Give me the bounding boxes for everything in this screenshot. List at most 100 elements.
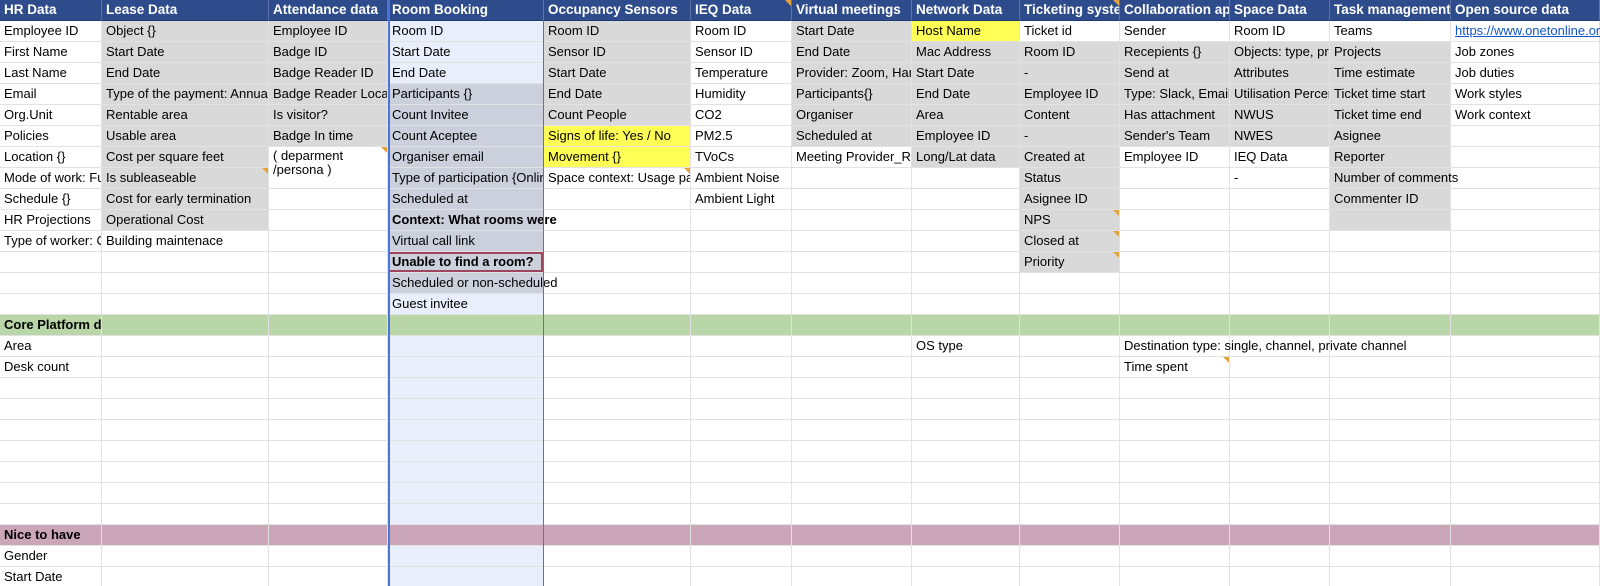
cell[interactable] xyxy=(691,483,792,504)
cell[interactable] xyxy=(544,336,691,357)
cell[interactable]: Unable to find a room? xyxy=(388,252,544,273)
cell[interactable] xyxy=(1120,210,1230,231)
cell[interactable]: PM2.5 xyxy=(691,126,792,147)
cell[interactable] xyxy=(1230,546,1330,567)
cell[interactable]: Start Date xyxy=(912,63,1020,84)
cell[interactable] xyxy=(269,399,388,420)
cell[interactable]: Recepients {} xyxy=(1120,42,1230,63)
cell[interactable] xyxy=(1230,294,1330,315)
cell[interactable] xyxy=(269,336,388,357)
cell[interactable]: Signs of life: Yes / No xyxy=(544,126,691,147)
cell[interactable] xyxy=(269,378,388,399)
cell[interactable]: Temperature xyxy=(691,63,792,84)
cell[interactable] xyxy=(792,189,912,210)
cell[interactable]: End Date xyxy=(544,84,691,105)
cell[interactable]: Closed at xyxy=(1020,231,1120,252)
cell[interactable] xyxy=(1020,483,1120,504)
cell[interactable] xyxy=(269,462,388,483)
cell[interactable]: Room ID xyxy=(1230,21,1330,42)
cell[interactable] xyxy=(912,315,1020,336)
cell[interactable] xyxy=(0,294,102,315)
cell[interactable] xyxy=(102,273,269,294)
cell[interactable] xyxy=(691,252,792,273)
cell[interactable] xyxy=(691,210,792,231)
cell[interactable]: Ambient Noise xyxy=(691,168,792,189)
cell[interactable] xyxy=(544,567,691,586)
cell[interactable]: Cost per square feet xyxy=(102,147,269,168)
cell[interactable] xyxy=(691,336,792,357)
column-header-task-management[interactable]: Task management xyxy=(1330,0,1451,21)
cell[interactable] xyxy=(792,357,912,378)
cell[interactable]: CO2 xyxy=(691,105,792,126)
cell[interactable] xyxy=(388,567,544,586)
cell[interactable] xyxy=(102,336,269,357)
cell[interactable]: Badge Reader ID xyxy=(269,63,388,84)
cell[interactable] xyxy=(1451,315,1600,336)
cell[interactable] xyxy=(792,273,912,294)
cell[interactable] xyxy=(102,483,269,504)
cell[interactable] xyxy=(0,483,102,504)
column-header-collaboration-app[interactable]: Collaboration app xyxy=(1120,0,1230,21)
cell[interactable] xyxy=(1020,504,1120,525)
cell[interactable] xyxy=(1020,294,1120,315)
cell[interactable]: Policies xyxy=(0,126,102,147)
cell[interactable]: Ambient Light xyxy=(691,189,792,210)
cell[interactable] xyxy=(269,210,388,231)
cell[interactable] xyxy=(102,315,269,336)
cell[interactable] xyxy=(1020,357,1120,378)
column-header-lease-data[interactable]: Lease Data xyxy=(102,0,269,21)
cell[interactable] xyxy=(792,399,912,420)
cell[interactable] xyxy=(1020,336,1120,357)
cell[interactable] xyxy=(792,504,912,525)
cell[interactable]: Guest invitee xyxy=(388,294,544,315)
cell[interactable] xyxy=(102,441,269,462)
cell[interactable] xyxy=(1120,462,1230,483)
cell[interactable]: Movement {} xyxy=(544,147,691,168)
cell[interactable] xyxy=(1330,441,1451,462)
cell[interactable]: Reporter xyxy=(1330,147,1451,168)
cell[interactable]: Organiser email xyxy=(388,147,544,168)
cell[interactable] xyxy=(1020,420,1120,441)
cell[interactable] xyxy=(1451,147,1600,168)
cell[interactable] xyxy=(1230,567,1330,586)
cell[interactable]: End Date xyxy=(388,63,544,84)
cell[interactable] xyxy=(0,462,102,483)
cell[interactable] xyxy=(544,483,691,504)
cell[interactable] xyxy=(269,315,388,336)
cell[interactable]: Last Name xyxy=(0,63,102,84)
cell[interactable]: Room ID xyxy=(1020,42,1120,63)
cell[interactable] xyxy=(691,273,792,294)
cell[interactable]: Core Platform data xyxy=(0,315,120,336)
cell[interactable]: TVoCs xyxy=(691,147,792,168)
cell[interactable] xyxy=(912,441,1020,462)
cell[interactable] xyxy=(691,294,792,315)
cell[interactable] xyxy=(1330,210,1451,231)
cell[interactable] xyxy=(1120,420,1230,441)
cell[interactable] xyxy=(388,420,544,441)
cell[interactable] xyxy=(1451,189,1600,210)
cell[interactable]: Start Date xyxy=(0,567,102,586)
cell[interactable] xyxy=(912,462,1020,483)
cell[interactable]: Email xyxy=(0,84,102,105)
cell[interactable] xyxy=(1330,252,1451,273)
cell[interactable] xyxy=(269,420,388,441)
cell[interactable] xyxy=(269,441,388,462)
cell[interactable] xyxy=(1020,315,1120,336)
cell[interactable] xyxy=(1020,462,1120,483)
cell[interactable]: Commenter ID xyxy=(1330,189,1451,210)
cell[interactable] xyxy=(1451,525,1600,546)
cell[interactable] xyxy=(544,525,691,546)
cell[interactable] xyxy=(792,462,912,483)
cell[interactable] xyxy=(269,294,388,315)
cell[interactable] xyxy=(792,294,912,315)
cell[interactable] xyxy=(792,483,912,504)
cell[interactable]: Count People xyxy=(544,105,691,126)
cell[interactable] xyxy=(269,483,388,504)
cell[interactable]: First Name xyxy=(0,42,102,63)
cell[interactable]: Desk count xyxy=(0,357,102,378)
cell[interactable] xyxy=(1330,399,1451,420)
cell[interactable]: Time estimate xyxy=(1330,63,1451,84)
cell[interactable] xyxy=(1230,210,1330,231)
cell[interactable] xyxy=(691,420,792,441)
cell[interactable] xyxy=(912,231,1020,252)
